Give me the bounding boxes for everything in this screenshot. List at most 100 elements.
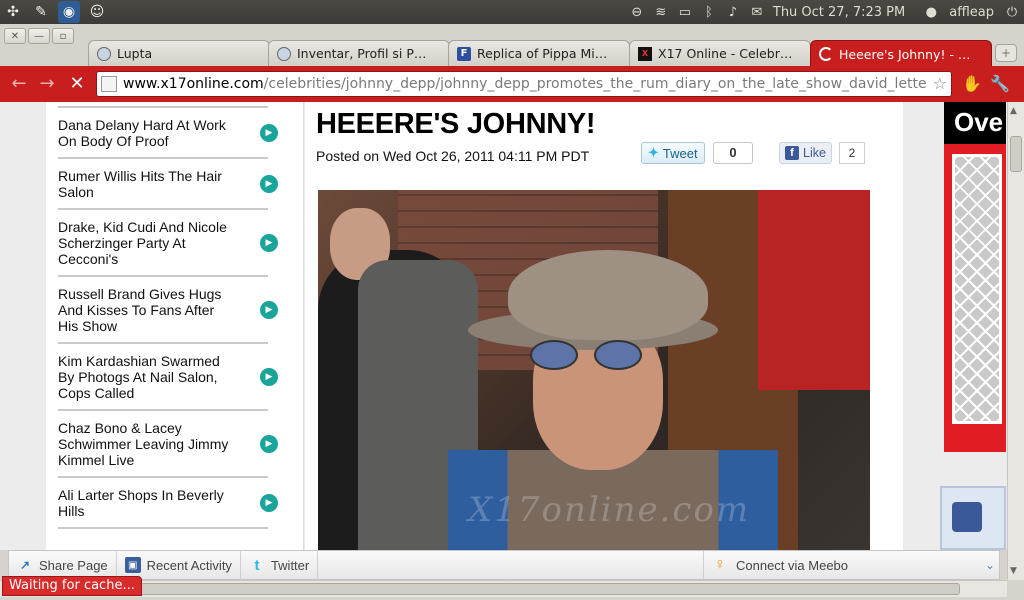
power-icon[interactable]: ⊖	[625, 0, 649, 24]
text-editor-launcher-icon[interactable]: ✎	[30, 1, 52, 23]
globe-icon	[97, 46, 111, 61]
clock[interactable]: Thu Oct 27, 7:23 PM	[769, 5, 919, 20]
sidebar-story-item[interactable]: Chaz Bono & Lacey Schwimmer Leaving Jimm…	[58, 411, 278, 478]
scroll-down-icon[interactable]: ▼	[1010, 566, 1017, 576]
tweet-label: Tweet	[662, 145, 698, 161]
share-arrow-icon: ↗	[19, 558, 31, 572]
sidebar-story-title[interactable]: Chaz Bono & Lacey Schwimmer Leaving Jimm…	[58, 420, 236, 468]
profile-icon: ▣	[124, 557, 141, 573]
play-arrow-icon[interactable]: ▶	[260, 367, 278, 386]
tab-strip: ✕ — ▫ Lupta Inventar, Profil si P… F Rep…	[0, 24, 1024, 67]
right-ad-column: Ove	[903, 102, 1007, 550]
globe-icon	[277, 46, 291, 61]
facebook-icon: f	[785, 146, 799, 160]
play-arrow-icon[interactable]: ▶	[260, 233, 278, 252]
sidebar-story-item[interactable]: Ali Larter Shops In Beverly Hills ▶	[58, 478, 278, 529]
status-bubble: Waiting for cache...	[2, 576, 142, 596]
social-toolbar: ↗ Share Page ▣ Recent Activity t Twitter…	[8, 550, 1000, 580]
sidebar-story-item[interactable]: Dana Delany Hard At Work On Body Of Proo…	[58, 108, 278, 159]
sidebar-story-title[interactable]: Russell Brand Gives Hugs And Kisses To F…	[58, 286, 236, 334]
advertisement-banner[interactable]: Ove	[944, 102, 1006, 452]
facebook-like-button[interactable]: f Like	[779, 142, 832, 164]
photo-watermark: X17online.com	[468, 490, 751, 530]
facebook-like-ad[interactable]	[940, 486, 1006, 550]
browser-toolbar: ← → ✕ www.x17online.com/celebrities/john…	[0, 66, 1024, 102]
sidebar-story-item[interactable]: Kim Kardashian Swarmed By Photogs At Nai…	[58, 344, 278, 411]
chrome-launcher-icon[interactable]: ◉	[58, 1, 80, 23]
article-title: HEEERE'S JOHNNY!	[316, 108, 596, 140]
sidebar-story-item[interactable]: Rumer Willis Hits The Hair Salon ▶	[58, 159, 278, 210]
maximize-window-icon[interactable]: ▫	[52, 28, 74, 44]
user-status-icon[interactable]: ●	[919, 0, 943, 24]
tab-lupta[interactable]: Lupta	[88, 40, 270, 66]
like-count: 2	[839, 142, 865, 164]
sidebar-story-title[interactable]: Rumer Willis Hits The Hair Salon	[58, 168, 236, 200]
play-arrow-icon[interactable]: ▶	[260, 434, 278, 453]
os-top-panel: ✣ ✎ ◉ ☺ ⊖ ≋ ▭ ᛒ ♪ ✉ Thu Oct 27, 7:23 PM …	[0, 0, 1024, 24]
vertical-scrollbar[interactable]: ▲ ▼	[1007, 102, 1024, 580]
twitter-button[interactable]: t Twitter	[241, 550, 319, 580]
tab-title: Heeere's Johnny! - …	[839, 46, 971, 62]
volume-icon[interactable]: ♪	[721, 0, 745, 24]
bookmark-star-icon[interactable]: ☆	[928, 74, 947, 93]
page-icon	[101, 76, 117, 92]
tab-title: X17 Online - Celebr…	[658, 46, 793, 61]
wifi-icon[interactable]: ≋	[649, 0, 673, 24]
battery-icon[interactable]: ▭	[673, 0, 697, 24]
tweet-button[interactable]: ✦ Tweet	[641, 142, 705, 164]
play-arrow-icon[interactable]: ▶	[260, 300, 278, 319]
play-arrow-icon[interactable]: ▶	[260, 123, 278, 142]
play-arrow-icon[interactable]: ▶	[260, 493, 278, 512]
related-stories-sidebar: Dana Delany Hard At Work On Body Of Proo…	[46, 102, 304, 550]
sidebar-story-title[interactable]: Kim Kardashian Swarmed By Photogs At Nai…	[58, 353, 236, 401]
ad-headline: Ove	[944, 102, 1006, 144]
meebo-label: Connect via Meebo	[736, 557, 849, 573]
sidebar-story-title[interactable]: Dana Delany Hard At Work On Body Of Proo…	[58, 117, 236, 149]
tab-title: Replica of Pippa Mi…	[477, 46, 608, 61]
url-host: www.x17online.com	[123, 76, 264, 92]
tab-heeeres-johnny[interactable]: Heeere's Johnny! - …	[810, 40, 992, 67]
horizontal-scrollbar[interactable]	[0, 580, 1007, 597]
address-bar[interactable]: www.x17online.com/celebrities/johnny_dep…	[96, 71, 952, 97]
bluetooth-icon[interactable]: ᛒ	[697, 0, 721, 24]
minimize-window-icon[interactable]: —	[28, 28, 50, 44]
shutdown-icon[interactable]: ⏻	[1000, 0, 1024, 24]
meebo-icon: ♀	[714, 556, 726, 573]
url-path: /celebrities/johnny_depp/johnny_depp_pro…	[263, 76, 927, 92]
extension-hand-icon[interactable]: ✋	[960, 72, 984, 96]
sidebar-story-item[interactable]: Russell Brand Gives Hugs And Kisses To F…	[58, 277, 278, 344]
username[interactable]: affleap	[943, 5, 1000, 20]
mail-icon[interactable]: ✉	[745, 0, 769, 24]
posted-date: Posted on Wed Oct 26, 2011 04:11 PM PDT	[316, 148, 590, 164]
sidebar-story-title[interactable]: Ali Larter Shops In Beverly Hills	[58, 487, 236, 519]
recent-activity-label: Recent Activity	[146, 557, 232, 573]
tab-replica[interactable]: F Replica of Pippa Mi…	[448, 40, 630, 66]
wrench-menu-icon[interactable]: 🔧	[988, 72, 1012, 96]
sidebar-story-item[interactable]: Drake, Kid Cudi And Nicole Scherzinger P…	[58, 210, 278, 277]
close-window-icon[interactable]: ✕	[4, 28, 26, 44]
new-tab-button[interactable]: +	[995, 44, 1017, 62]
stop-loading-icon[interactable]: ✕	[66, 73, 88, 95]
scroll-up-icon[interactable]: ▲	[1010, 106, 1017, 116]
scrollbar-thumb[interactable]	[1010, 136, 1022, 172]
ad-graphic	[952, 154, 1002, 424]
x17-icon: X	[638, 46, 652, 61]
twitter-bird-icon: ✦	[648, 145, 659, 160]
tab-title: Lupta	[117, 46, 153, 61]
play-arrow-icon[interactable]: ▶	[260, 174, 278, 193]
connect-via-meebo-button[interactable]: ♀ Connect via Meebo ⌄	[703, 551, 1001, 579]
chevron-down-icon[interactable]: ⌄	[985, 558, 995, 572]
forward-arrow-icon[interactable]: →	[36, 73, 58, 95]
tab-x17-online[interactable]: X X17 Online - Celebr…	[629, 40, 811, 66]
twitter-t-icon: t	[254, 556, 260, 574]
chat-launcher-icon[interactable]: ☺	[86, 1, 108, 23]
back-arrow-icon[interactable]: ←	[8, 73, 30, 95]
share-page-label: Share Page	[39, 557, 108, 573]
scrollbar-thumb[interactable]	[140, 583, 960, 595]
thumbs-up-icon	[952, 502, 982, 532]
article-photo[interactable]: X17online.com	[318, 190, 870, 550]
tab-inventar[interactable]: Inventar, Profil si P…	[268, 40, 450, 66]
window-controls: ✕ — ▫	[4, 28, 74, 44]
ubuntu-menu-icon[interactable]: ✣	[2, 1, 24, 23]
sidebar-story-title[interactable]: Drake, Kid Cudi And Nicole Scherzinger P…	[58, 219, 236, 267]
